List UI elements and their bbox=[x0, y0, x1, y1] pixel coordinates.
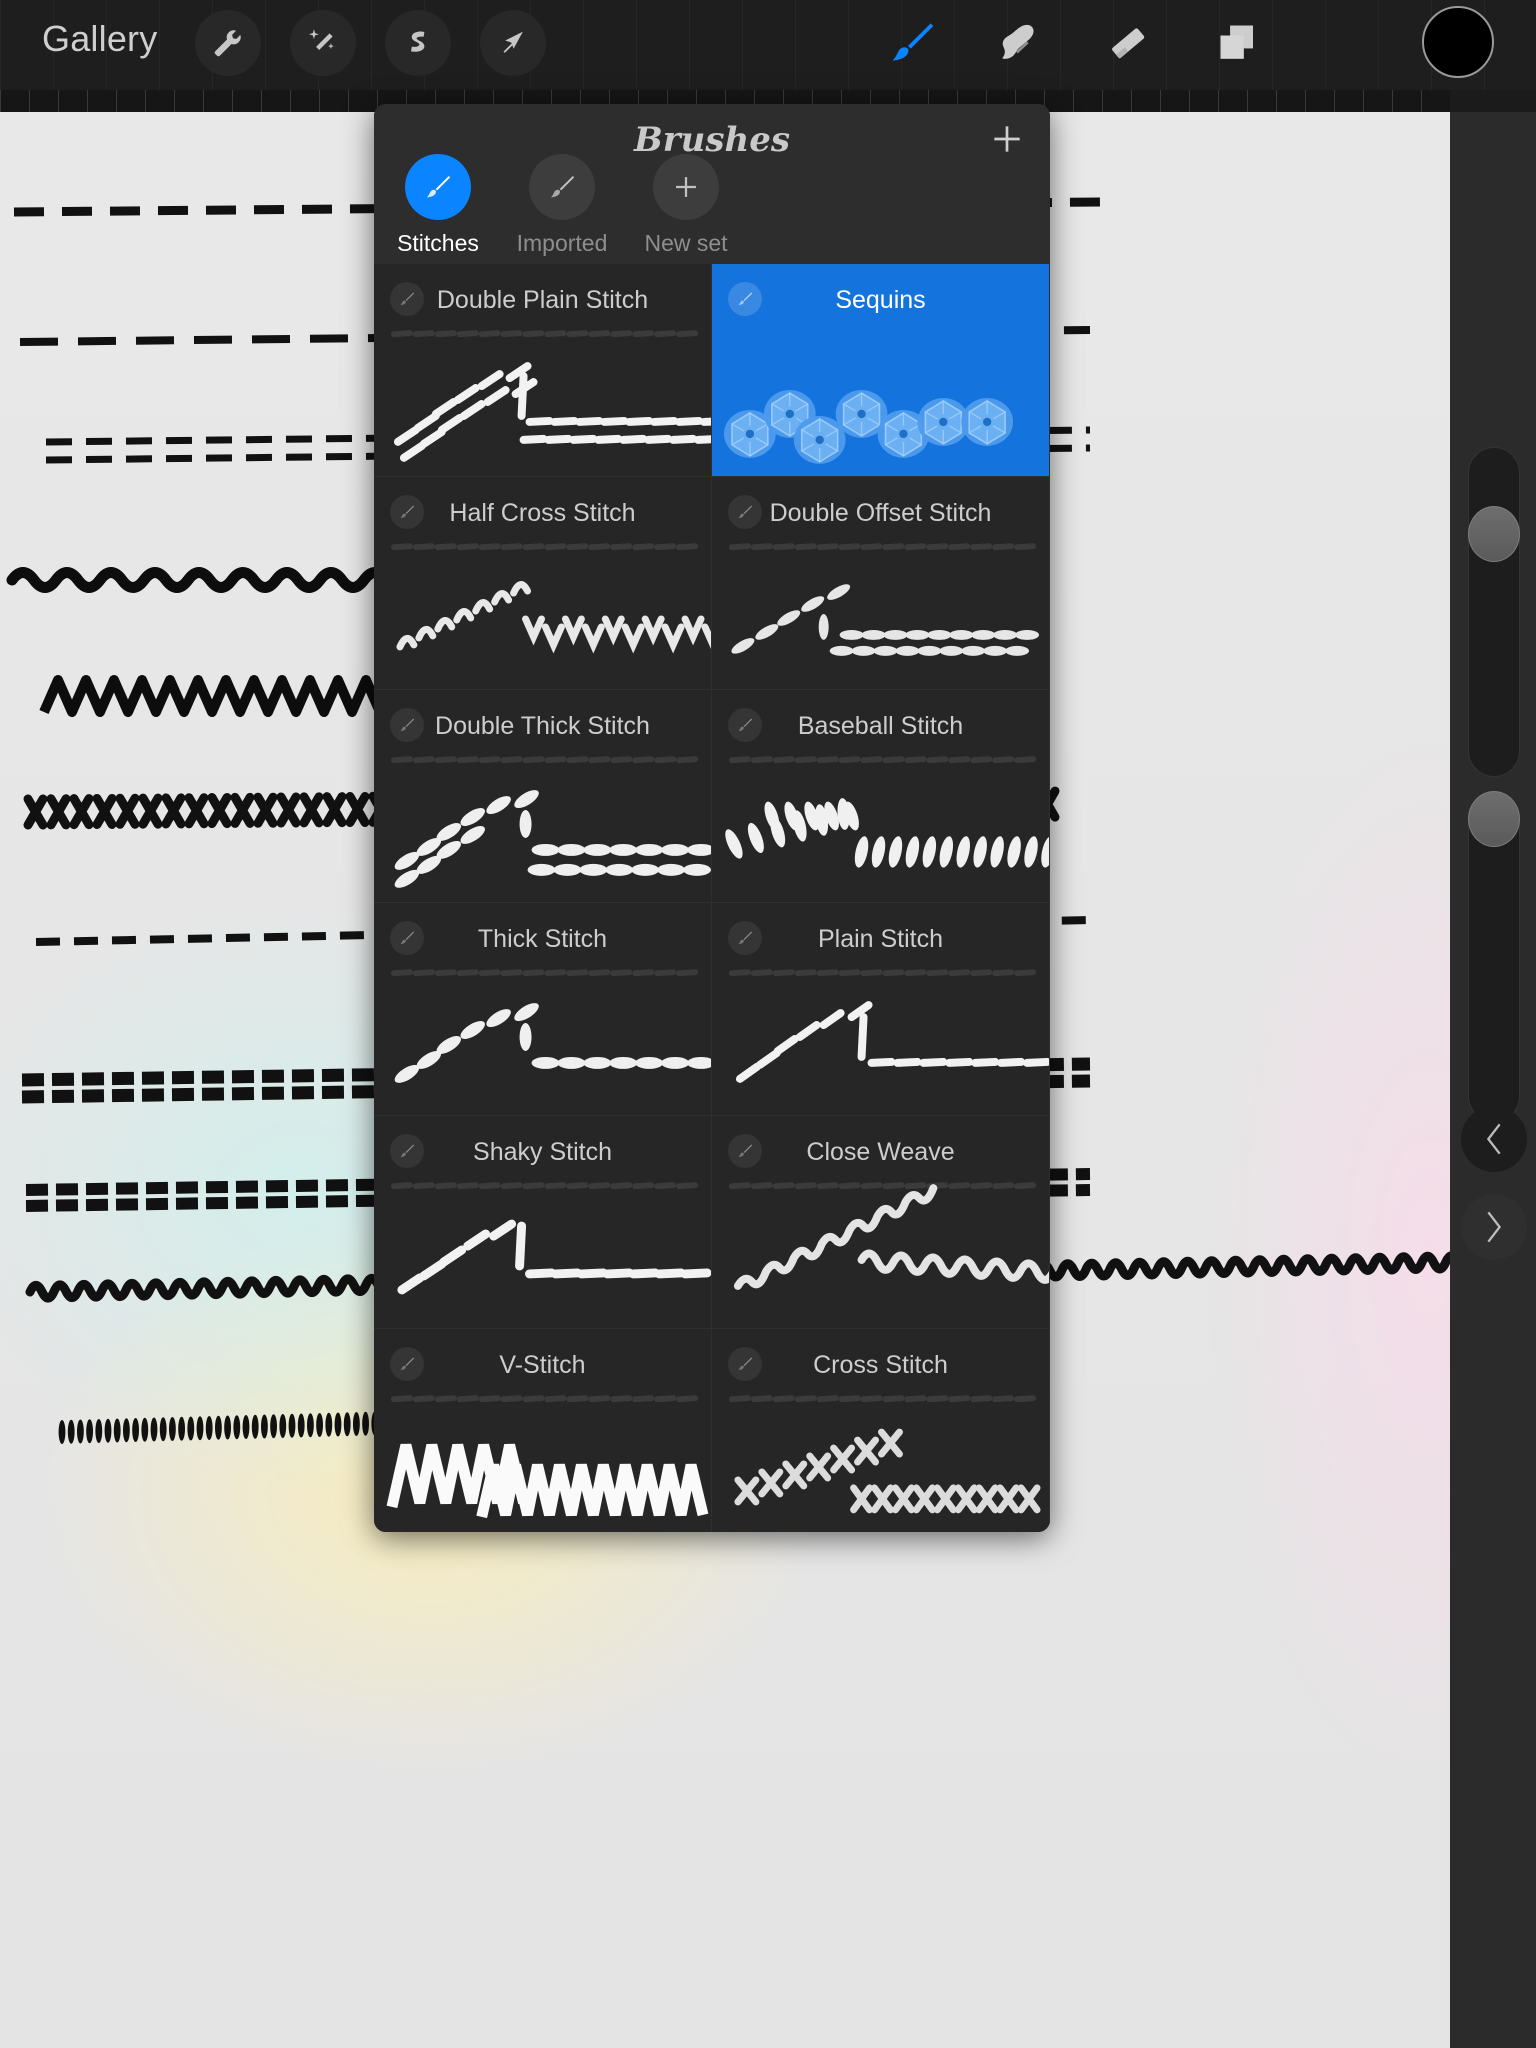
selection-button[interactable] bbox=[385, 10, 451, 76]
plus-icon bbox=[676, 177, 696, 197]
brush-list: Double Plain Stitch Sequins Half Cross S… bbox=[374, 264, 1050, 1532]
brush-set-label: Stitches bbox=[397, 230, 479, 256]
right-sidebar bbox=[1450, 112, 1536, 2048]
brush-list-item[interactable]: Baseball Stitch bbox=[712, 690, 1050, 903]
brush-list-item[interactable]: Half Cross Stitch bbox=[374, 477, 712, 690]
brush-set-tab-new-set[interactable]: New set bbox=[640, 154, 732, 257]
gallery-button[interactable]: Gallery bbox=[42, 18, 157, 60]
paintbrush-icon bbox=[892, 23, 934, 61]
smudge-tool-button[interactable] bbox=[985, 10, 1051, 76]
brush-set-tab-stitches[interactable]: Stitches bbox=[392, 154, 484, 257]
brush-preview-thumbnail bbox=[390, 1182, 711, 1295]
brush-name-label: Cross Stitch bbox=[813, 1351, 948, 1379]
erase-tool-button[interactable] bbox=[1095, 10, 1161, 76]
brush-list-item[interactable]: Sequins bbox=[712, 264, 1050, 477]
brush-icon bbox=[426, 175, 451, 198]
brush-size-slider[interactable] bbox=[1468, 447, 1520, 777]
brush-icon-disc bbox=[405, 154, 471, 220]
brush-preview-thumbnail bbox=[728, 1182, 1049, 1290]
wand-icon bbox=[308, 29, 334, 50]
brush-list-item[interactable]: Close Weave bbox=[712, 1116, 1050, 1329]
brush-name-label: Plain Stitch bbox=[817, 925, 944, 953]
brush-list-item[interactable]: Shaky Stitch bbox=[374, 1116, 712, 1329]
brush-name-label: Thick Stitch bbox=[477, 925, 608, 953]
brush-name-label: Double Plain Stitch bbox=[436, 286, 649, 314]
brush-preview-thumbnail bbox=[390, 330, 711, 462]
top-toolbar: Gallery bbox=[0, 0, 1536, 90]
layers-panel-button[interactable] bbox=[1205, 10, 1271, 76]
eraser-icon bbox=[1112, 28, 1145, 59]
brush-set-tab-imported[interactable]: Imported bbox=[516, 154, 608, 257]
transform-button[interactable] bbox=[480, 10, 546, 76]
brush-preview-thumbnail bbox=[390, 756, 711, 888]
brush-name-label: Double Offset Stitch bbox=[769, 499, 992, 527]
brush-preview-thumbnail bbox=[728, 543, 1040, 656]
brush-preview-thumbnail bbox=[386, 1395, 709, 1519]
layers-icon bbox=[1220, 25, 1253, 59]
brush-name-label: Shaky Stitch bbox=[473, 1138, 612, 1166]
plus-icon bbox=[994, 126, 1020, 152]
brush-name-label: Half Cross Stitch bbox=[449, 499, 636, 527]
brush-set-tabs: Stitches Imported New set bbox=[392, 154, 732, 257]
procreate-app: Gallery Brushes Stitches Imported New se… bbox=[0, 0, 1536, 2048]
plus-icon-disc bbox=[653, 154, 719, 220]
actions-button[interactable] bbox=[195, 10, 261, 76]
adjustments-button[interactable] bbox=[290, 10, 356, 76]
brush-preview-thumbnail bbox=[725, 756, 1049, 868]
wrench-icon bbox=[214, 30, 241, 57]
brush-list-item[interactable]: Double Thick Stitch bbox=[374, 690, 712, 903]
paint-tool-button[interactable] bbox=[880, 10, 946, 76]
brush-preview-thumbnail bbox=[728, 1395, 1041, 1514]
redo-button[interactable] bbox=[1461, 1194, 1527, 1260]
s-shape-icon bbox=[411, 31, 425, 52]
brush-name-label: Sequins bbox=[835, 286, 926, 314]
brush-name-label: Close Weave bbox=[806, 1138, 955, 1166]
chevron-right-icon bbox=[1487, 1211, 1502, 1243]
brush-name-label: Baseball Stitch bbox=[797, 712, 964, 740]
brush-name-label: Double Thick Stitch bbox=[435, 712, 650, 740]
brush-list-item[interactable]: Plain Stitch bbox=[712, 903, 1050, 1116]
add-brush-button[interactable] bbox=[988, 120, 1026, 158]
brush-size-thumb[interactable] bbox=[1468, 506, 1520, 562]
brush-list-item[interactable]: Double Offset Stitch bbox=[712, 477, 1050, 690]
arrow-icon bbox=[503, 31, 523, 53]
brush-name-label: V-Stitch bbox=[499, 1351, 586, 1379]
chevron-left-icon bbox=[1486, 1123, 1501, 1155]
brushes-panel-header: Brushes Stitches Imported New set bbox=[374, 104, 1050, 264]
brushes-panel: Brushes Stitches Imported New set Double… bbox=[374, 104, 1050, 1532]
brush-opacity-thumb[interactable] bbox=[1468, 791, 1520, 847]
brush-opacity-slider[interactable] bbox=[1468, 791, 1520, 1122]
brush-list-item[interactable]: V-Stitch bbox=[374, 1329, 712, 1532]
brush-icon-disc bbox=[529, 154, 595, 220]
brush-set-label: Imported bbox=[516, 230, 608, 256]
brush-set-label: New set bbox=[644, 230, 728, 256]
brush-preview-thumbnail bbox=[723, 390, 1014, 464]
brush-preview-thumbnail bbox=[390, 969, 711, 1083]
brush-list-item[interactable]: Cross Stitch bbox=[712, 1329, 1050, 1532]
brush-preview-thumbnail bbox=[728, 969, 1049, 1083]
brush-icon bbox=[550, 175, 575, 198]
brush-list-item[interactable]: Thick Stitch bbox=[374, 903, 712, 1116]
brush-list-item[interactable]: Double Plain Stitch bbox=[374, 264, 712, 477]
brush-preview-thumbnail bbox=[390, 543, 711, 654]
undo-button[interactable] bbox=[1461, 1106, 1527, 1172]
smudge-icon bbox=[1002, 24, 1034, 59]
color-swatch-button[interactable] bbox=[1422, 6, 1494, 78]
